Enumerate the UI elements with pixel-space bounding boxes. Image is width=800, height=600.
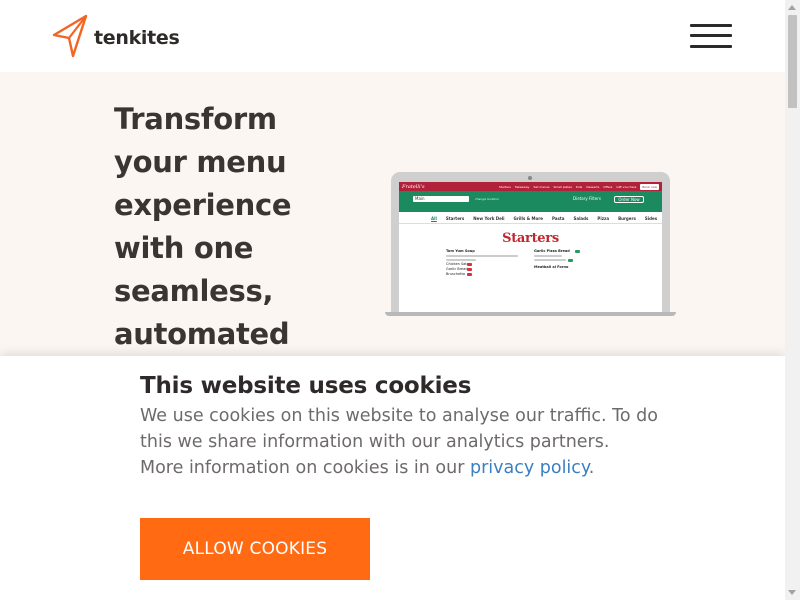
- mockup-nav-link: Desserts: [586, 184, 600, 189]
- mockup-filter-bar: Main change location Dietary Filters Ord…: [399, 191, 662, 212]
- mockup-diet-tag: [575, 250, 580, 253]
- hamburger-icon: [690, 24, 732, 27]
- scrollbar-thumb[interactable]: [788, 15, 797, 108]
- mockup-diet-tag: [467, 268, 472, 271]
- mockup-tab: Salads: [573, 216, 589, 221]
- mockup-tab: All: [431, 216, 437, 221]
- mockup-menu-item: Bruschetta: [446, 272, 466, 276]
- hamburger-menu-button[interactable]: [690, 22, 732, 50]
- mockup-tab: Pasta: [551, 216, 565, 221]
- laptop-screen: Fratelli's Starters Takeaway Set menus S…: [399, 182, 662, 312]
- mockup-tab: Pizza: [597, 216, 610, 221]
- mockup-item-desc: [534, 255, 562, 257]
- mockup-item-desc: [446, 255, 518, 257]
- mockup-menu-item: Garlic Pizza Bread: [534, 249, 570, 253]
- laptop-base: [385, 312, 676, 316]
- tenkites-kite-icon: [52, 14, 88, 58]
- mockup-category-tabs: All Starters New York Deli Grills & More…: [399, 212, 662, 224]
- mockup-tab: New York Deli: [473, 216, 505, 221]
- mockup-section-heading: Starters: [502, 231, 559, 246]
- mockup-tab: Sides: [644, 216, 658, 221]
- mockup-menu-item: Meatball al Forno: [534, 265, 569, 269]
- mockup-order-button: Order Now: [614, 196, 644, 203]
- mockup-nav-link: Small plates: [553, 184, 572, 189]
- mockup-nav-link: Starters: [498, 184, 511, 189]
- mockup-nav-links: Starters Takeaway Set menus Small plates…: [498, 183, 659, 190]
- cookie-title: This website uses cookies: [140, 373, 472, 399]
- hero-title: Transform your menu experience with one …: [114, 102, 292, 351]
- mockup-select-note: change location: [475, 197, 499, 201]
- mockup-logo: Fratelli's: [402, 183, 425, 190]
- cookie-more-suffix: .: [588, 458, 595, 478]
- mockup-tab: Grills & More: [513, 216, 543, 221]
- mockup-nav-link: Gift vouchers: [616, 184, 637, 189]
- page-scrollbar[interactable]: [785, 0, 800, 600]
- brand-name: tenkites: [94, 27, 180, 49]
- cookie-more-prefix: More information on cookies is in our: [140, 458, 470, 478]
- mockup-item-desc: [534, 259, 566, 261]
- mockup-dietary-filter: Dietary Filters: [573, 196, 601, 201]
- laptop-mockup: Fratelli's Starters Takeaway Set menus S…: [391, 172, 670, 312]
- cookie-body: We use cookies on this website to analys…: [140, 406, 658, 452]
- mockup-nav-link: Set menus: [533, 184, 550, 189]
- mockup-menu-item: Garlic Bread: [446, 267, 468, 271]
- mockup-tab: Starters: [445, 216, 465, 221]
- mockup-nav-link: Offers: [603, 184, 613, 189]
- mockup-item-desc: [446, 259, 476, 261]
- cookie-banner: This website uses cookies We use cookies…: [0, 356, 785, 600]
- allow-cookies-button[interactable]: ALLOW COOKIES: [140, 518, 370, 580]
- mockup-nav-link: Takeaway: [514, 184, 530, 189]
- mockup-navbar: Fratelli's Starters Takeaway Set menus S…: [399, 182, 662, 191]
- privacy-policy-link[interactable]: privacy policy: [470, 458, 589, 478]
- mockup-tab: Burgers: [618, 216, 636, 221]
- mockup-book-button: Book now: [640, 183, 659, 190]
- scroll-down-icon[interactable]: [788, 590, 796, 595]
- mockup-menu-items: Tom Yum Soup Chicken Satay Garlic Bread …: [399, 246, 662, 286]
- mockup-menu-select: Main: [413, 196, 469, 202]
- brand-logo[interactable]: tenkites: [52, 14, 180, 58]
- cookie-text: We use cookies on this website to analys…: [140, 403, 660, 481]
- mockup-nav-link: Kids: [575, 184, 583, 189]
- mockup-diet-tag: [467, 263, 472, 266]
- site-header: tenkites: [0, 0, 785, 72]
- cookie-more-info: More information on cookies is in our pr…: [140, 455, 660, 481]
- mockup-diet-tag: [467, 273, 472, 276]
- camera-dot: [528, 176, 532, 180]
- scroll-up-icon[interactable]: [788, 5, 796, 10]
- mockup-menu-item: Tom Yum Soup: [446, 249, 475, 253]
- mockup-diet-tag: [568, 259, 573, 262]
